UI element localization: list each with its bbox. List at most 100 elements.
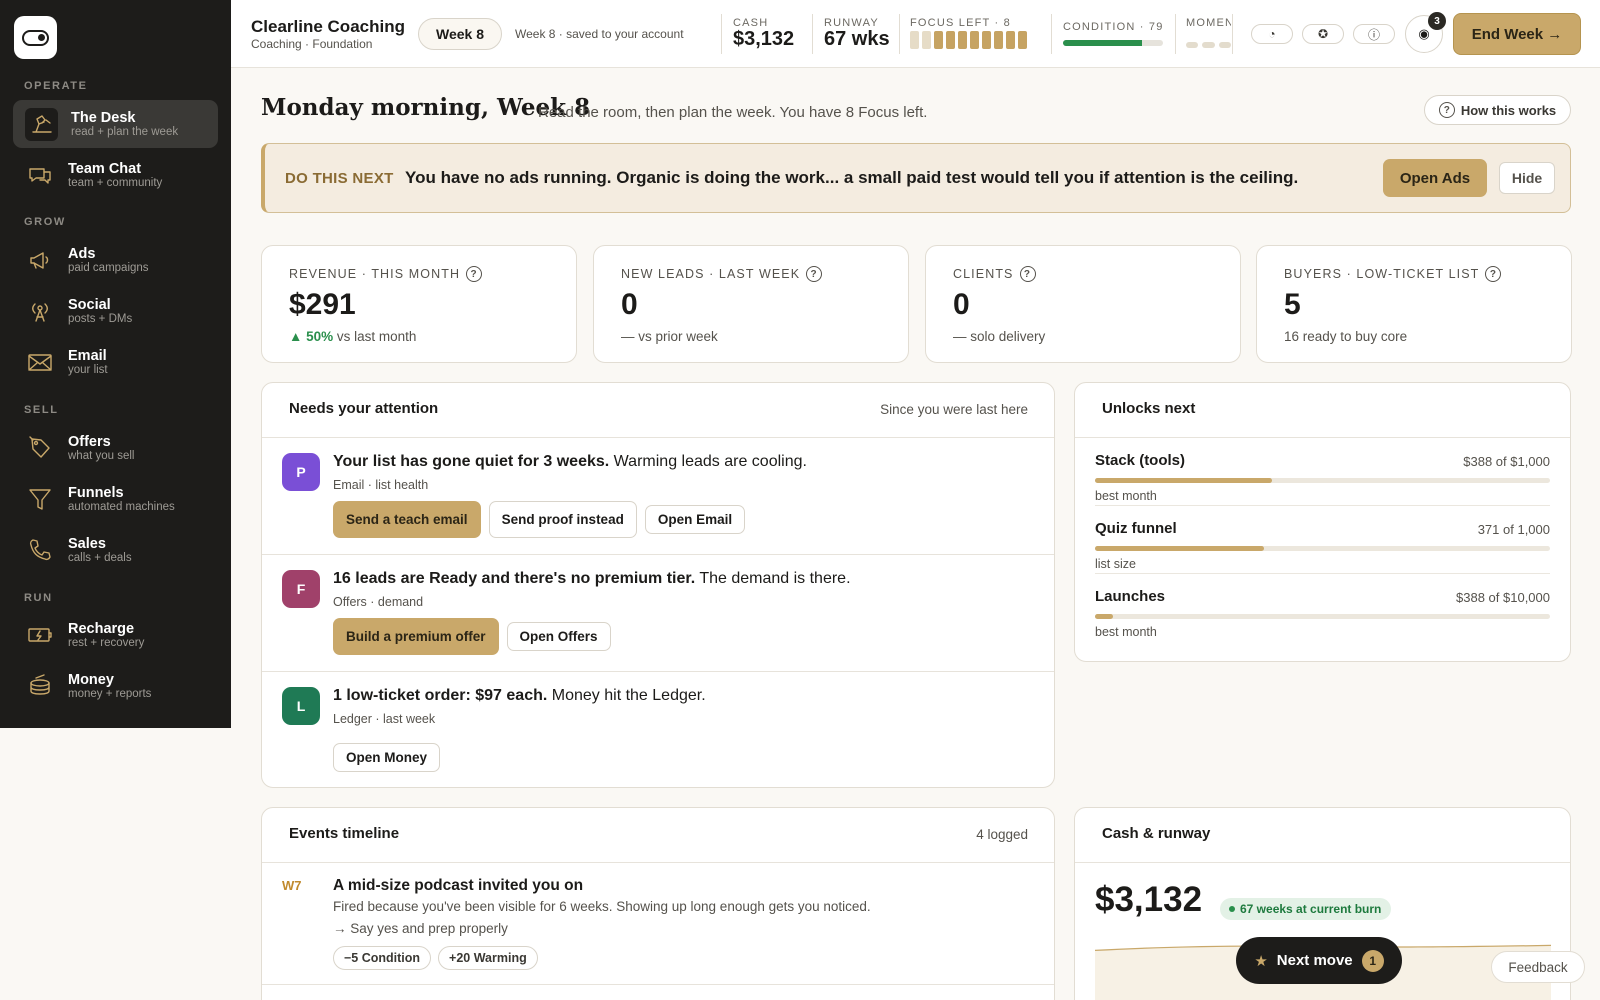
kpi-label: NEW LEADS · LAST WEEK <box>621 267 801 281</box>
focus-cell <box>1018 31 1027 49</box>
week-selector[interactable]: Week 8 <box>418 18 502 50</box>
focus-label: FOCUS LEFT · 8 <box>910 17 1011 29</box>
event-action[interactable]: → Say yes and prep properly <box>333 921 508 936</box>
kpi-foot: vs last month <box>336 329 417 344</box>
open-money-button[interactable]: Open Money <box>333 743 441 772</box>
question-icon[interactable]: ? <box>1485 266 1502 282</box>
feedback-button[interactable]: Feedback <box>1491 951 1585 983</box>
momentum-stat: MOMENTUM <box>1186 16 1231 52</box>
divider <box>1232 14 1233 54</box>
unlock-progress-fill <box>1095 478 1272 483</box>
sidebar-item-offers[interactable]: Offers what you sell <box>13 424 218 472</box>
sidebar-item-label: The Desk <box>71 110 136 126</box>
sidebar-item-ads[interactable]: Ads paid campaigns <box>13 236 218 284</box>
sidebar-item-label: Funnels <box>68 485 124 501</box>
panel-title: Unlocks next <box>1102 400 1196 417</box>
focus-cell <box>958 31 967 49</box>
business-name: Clearline Coaching <box>251 17 405 36</box>
divider <box>262 984 1054 985</box>
next-message: You have no ads running. Organic is doin… <box>405 168 1299 187</box>
sidebar-item-sub: team + community <box>68 177 163 189</box>
unlock-progress-bar <box>1095 478 1550 483</box>
panel-title: Events timeline <box>289 825 400 842</box>
broadcast-tower-icon <box>25 296 55 326</box>
attention-detail: Money hit the Ledger. <box>551 687 706 704</box>
sidebar-item-the-desk[interactable]: The Desk read + plan the week <box>13 100 218 148</box>
open-offers-button[interactable]: Open Offers <box>506 622 611 651</box>
question-icon[interactable]: ? <box>1019 266 1036 282</box>
sidebar-item-sub: read + plan the week <box>71 126 179 138</box>
event-description: Fired because you've been visible for 6 … <box>333 899 871 914</box>
kpi-value: 0 <box>953 288 970 321</box>
kpi-value: 5 <box>1284 288 1301 321</box>
focus-cell <box>970 31 979 49</box>
divider <box>812 14 813 54</box>
event-week: W7 <box>282 878 302 893</box>
app-logo[interactable] <box>14 16 57 59</box>
sidebar-item-sub: calls + deals <box>68 552 132 564</box>
divider <box>1075 862 1570 863</box>
attention-detail: Warming leads are cooling. <box>613 453 807 470</box>
sidebar-item-team-chat[interactable]: Team Chat team + community <box>13 151 218 199</box>
sidebar-item-funnels[interactable]: Funnels automated machines <box>13 475 218 523</box>
needs-attention-panel: Needs your attention Since you were last… <box>261 382 1055 788</box>
kpi-value: 0 <box>621 288 638 321</box>
condition-label: CONDITION · 79 <box>1063 21 1164 33</box>
panel-meta: Since you were last here <box>880 402 1028 417</box>
kpi-foot: — vs prior week <box>621 329 718 344</box>
envelope-icon <box>25 347 55 377</box>
attention-detail: The demand is there. <box>699 570 851 587</box>
hide-button[interactable]: Hide <box>1499 162 1555 194</box>
unlock-note: best month <box>1095 625 1157 639</box>
focus-cell <box>934 31 943 49</box>
sidebar-item-label: Offers <box>68 434 111 450</box>
notification-count: 3 <box>1428 12 1446 30</box>
send-proof-button[interactable]: Send proof instead <box>488 501 637 538</box>
notifications-button[interactable]: ◉ 3 <box>1405 12 1446 53</box>
sidebar-item-social[interactable]: Social posts + DMs <box>13 287 218 335</box>
kpi-card-clients: CLIENTS? 0 — solo delivery <box>925 245 1241 363</box>
star-badge-icon[interactable]: ✪ <box>1302 24 1344 44</box>
sidebar-item-money[interactable]: Money money + reports <box>13 662 218 710</box>
focus-meter <box>910 31 1027 49</box>
runway-value: 67 wks <box>824 28 890 50</box>
unlock-note: list size <box>1095 557 1136 571</box>
business-subtitle: Coaching · Foundation <box>251 37 373 51</box>
unlock-note: best month <box>1095 489 1157 503</box>
divider <box>1051 14 1052 54</box>
sidebar-item-label: Recharge <box>68 621 135 637</box>
send-teach-email-button[interactable]: Send a teach email <box>333 501 481 538</box>
kpi-label: BUYERS · LOW-TICKET LIST <box>1284 267 1480 281</box>
sidebar-item-sales[interactable]: Sales calls + deals <box>13 526 218 574</box>
question-icon[interactable]: ? <box>806 266 823 282</box>
sidebar-item-email[interactable]: Email your list <box>13 338 218 386</box>
star-icon: ★ <box>1254 952 1268 970</box>
unlock-name: Launches <box>1095 588 1166 605</box>
kpi-card-new-leads: NEW LEADS · LAST WEEK? 0 — vs prior week <box>593 245 909 363</box>
divider <box>721 14 722 54</box>
attention-meta: Email · list health <box>333 478 429 492</box>
runway-badge: 67 weeks at current burn <box>1220 898 1392 920</box>
cash-value: $3,132 <box>733 28 795 50</box>
end-week-button[interactable]: End Week → <box>1453 13 1581 55</box>
focus-cell <box>910 31 919 49</box>
events-timeline-panel: Events timeline 4 logged W7 A mid-size p… <box>261 807 1055 1000</box>
next-move-button[interactable]: ★ Next move 1 <box>1236 937 1402 984</box>
open-ads-button[interactable]: Open Ads <box>1383 159 1487 197</box>
sidebar-item-sub: paid campaigns <box>68 262 149 274</box>
build-premium-offer-button[interactable]: Build a premium offer <box>333 618 499 655</box>
attention-headline: Your list has gone quiet for 3 weeks. <box>333 453 610 470</box>
how-this-works-button[interactable]: ? How this works <box>1424 95 1571 125</box>
focus-cell <box>1006 31 1015 49</box>
divider <box>899 14 900 54</box>
unlocks-next-panel: Unlocks next Stack (tools) $388 of $1,00… <box>1074 382 1571 662</box>
timer-icon[interactable]: ◔ <box>1251 24 1293 44</box>
unlock-progress: $388 of $10,000 <box>1456 590 1550 605</box>
save-status: Week 8 · saved to your account <box>515 27 684 41</box>
question-icon[interactable]: ? <box>466 266 483 282</box>
sidebar-item-sub: rest + recovery <box>68 637 145 649</box>
unlock-progress: $388 of $1,000 <box>1463 454 1550 469</box>
sidebar-item-recharge[interactable]: Recharge rest + recovery <box>13 611 218 659</box>
help-icon[interactable]: ⓘ <box>1353 24 1395 44</box>
open-email-button[interactable]: Open Email <box>644 505 746 534</box>
